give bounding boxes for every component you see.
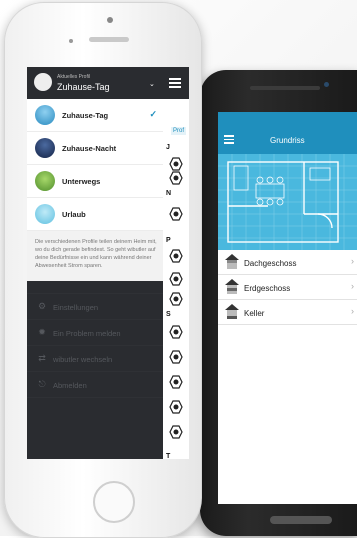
phone-speaker <box>89 37 129 42</box>
profile-label: Urlaub <box>62 210 86 219</box>
profile-label: Unterwegs <box>62 177 101 186</box>
hamburger-menu-icon[interactable] <box>163 67 189 99</box>
floor-label: Erdgeschoss <box>244 284 291 293</box>
profile-info-text: Die verschiedenen Profile teilen deinem … <box>27 231 163 281</box>
device-icon <box>169 249 183 263</box>
phone-speaker-bottom <box>270 516 332 524</box>
menu-item-problem-melden[interactable]: ✹ Ein Problem melden <box>27 320 163 346</box>
house-icon <box>225 254 239 269</box>
device-icon <box>169 350 183 364</box>
menu-label: Ein Problem melden <box>53 329 121 338</box>
floor-label: Dachgeschoss <box>244 259 297 268</box>
device-icon <box>169 157 183 171</box>
index-letter: N <box>166 190 172 197</box>
device-icon <box>169 292 183 306</box>
swap-icon: ⇄ <box>38 353 46 363</box>
house-icon <box>225 304 239 319</box>
floorplan-drawing <box>218 154 357 250</box>
index-letter: T <box>166 453 171 459</box>
profile-screen: Aktuelles Profil Zuhause-Tag ⌄ Zuhause-T… <box>27 67 189 459</box>
chevron-right-icon: › <box>351 281 354 291</box>
chevron-right-icon: › <box>351 306 354 316</box>
device-icon <box>169 272 183 286</box>
profile-list: Zuhause-Tag ✓ Zuhause-Nacht Unterwegs Ur… <box>27 99 163 231</box>
side-tab-label: Prof <box>171 127 187 135</box>
device-icon <box>169 325 183 339</box>
vacation-icon <box>35 204 55 224</box>
phone-speaker <box>250 86 320 90</box>
floor-item-dachgeschoss[interactable]: Dachgeschoss › <box>218 250 357 275</box>
chevron-right-icon: › <box>351 256 354 266</box>
profile-item-urlaub[interactable]: Urlaub <box>27 198 163 231</box>
device-icon <box>169 171 183 185</box>
phone-camera <box>107 17 113 23</box>
profile-label: Zuhause-Nacht <box>62 144 117 153</box>
index-letter: S <box>166 311 171 318</box>
navigation-drawer: Aktuelles Profil Zuhause-Tag ⌄ Zuhause-T… <box>27 67 163 459</box>
current-profile-header[interactable]: Aktuelles Profil Zuhause-Tag ⌄ <box>27 67 163 99</box>
floor-list: Dachgeschoss › Erdgeschoss › Keller › <box>218 250 357 325</box>
logout-icon: ⎋ <box>38 379 46 389</box>
menu-label: Einstellungen <box>53 303 99 312</box>
underlying-list-panel: Prof J N P S T <box>163 67 189 459</box>
device-icon <box>169 400 183 414</box>
profile-item-zuhause-nacht[interactable]: Zuhause-Nacht <box>27 132 163 165</box>
menu-item-einstellungen[interactable]: ⚙ Einstellungen <box>27 294 163 320</box>
grundriss-screen: Grundriss Dachgeschoss › Erdgeschoss › K… <box>218 112 357 504</box>
iphone: Aktuelles Profil Zuhause-Tag ⌄ Zuhause-T… <box>4 2 202 538</box>
travel-icon <box>35 171 55 191</box>
current-profile-label: Aktuelles Profil <box>57 74 91 80</box>
gear-icon: ⚙ <box>37 301 47 311</box>
home-button[interactable] <box>93 481 135 523</box>
profile-label: Zuhause-Tag <box>62 111 109 120</box>
device-icon <box>169 207 183 221</box>
index-letter: J <box>166 144 170 151</box>
chevron-down-icon[interactable]: ⌄ <box>149 80 155 88</box>
house-day-icon <box>35 105 55 125</box>
menu-label: wibutler wechseln <box>53 355 113 364</box>
menu-item-wibutler-wechseln[interactable]: ⇄ wibutler wechseln <box>27 346 163 372</box>
menu-item-abmelden[interactable]: ⎋ Abmelden <box>27 372 163 398</box>
android-phone: Grundriss Dachgeschoss › Erdgeschoss › K… <box>200 70 357 536</box>
current-profile-title: Zuhause-Tag <box>57 82 110 92</box>
drawer-menu: ⚙ Einstellungen ✹ Ein Problem melden ⇄ w… <box>27 281 163 398</box>
bug-icon: ✹ <box>38 327 46 337</box>
app-bar: Grundriss <box>218 130 357 154</box>
floor-item-erdgeschoss[interactable]: Erdgeschoss › <box>218 275 357 300</box>
profile-item-unterwegs[interactable]: Unterwegs <box>27 165 163 198</box>
status-bar <box>218 112 357 130</box>
floorplan-image[interactable] <box>218 154 357 250</box>
phone-sensor <box>69 39 73 43</box>
menu-row-partial <box>27 281 163 294</box>
device-icon <box>169 425 183 439</box>
profile-avatar <box>34 73 52 91</box>
menu-label: Abmelden <box>53 381 87 390</box>
checkmark-icon: ✓ <box>149 109 157 119</box>
house-icon <box>225 279 239 294</box>
device-icon <box>169 375 183 389</box>
floor-label: Keller <box>244 309 265 318</box>
phone-camera <box>324 82 329 87</box>
house-night-icon <box>35 138 55 158</box>
index-letter: P <box>166 237 171 244</box>
page-title: Grundriss <box>270 136 305 145</box>
floor-item-keller[interactable]: Keller › <box>218 300 357 325</box>
hamburger-menu-icon[interactable] <box>224 133 234 146</box>
profile-item-zuhause-tag[interactable]: Zuhause-Tag ✓ <box>27 99 163 132</box>
